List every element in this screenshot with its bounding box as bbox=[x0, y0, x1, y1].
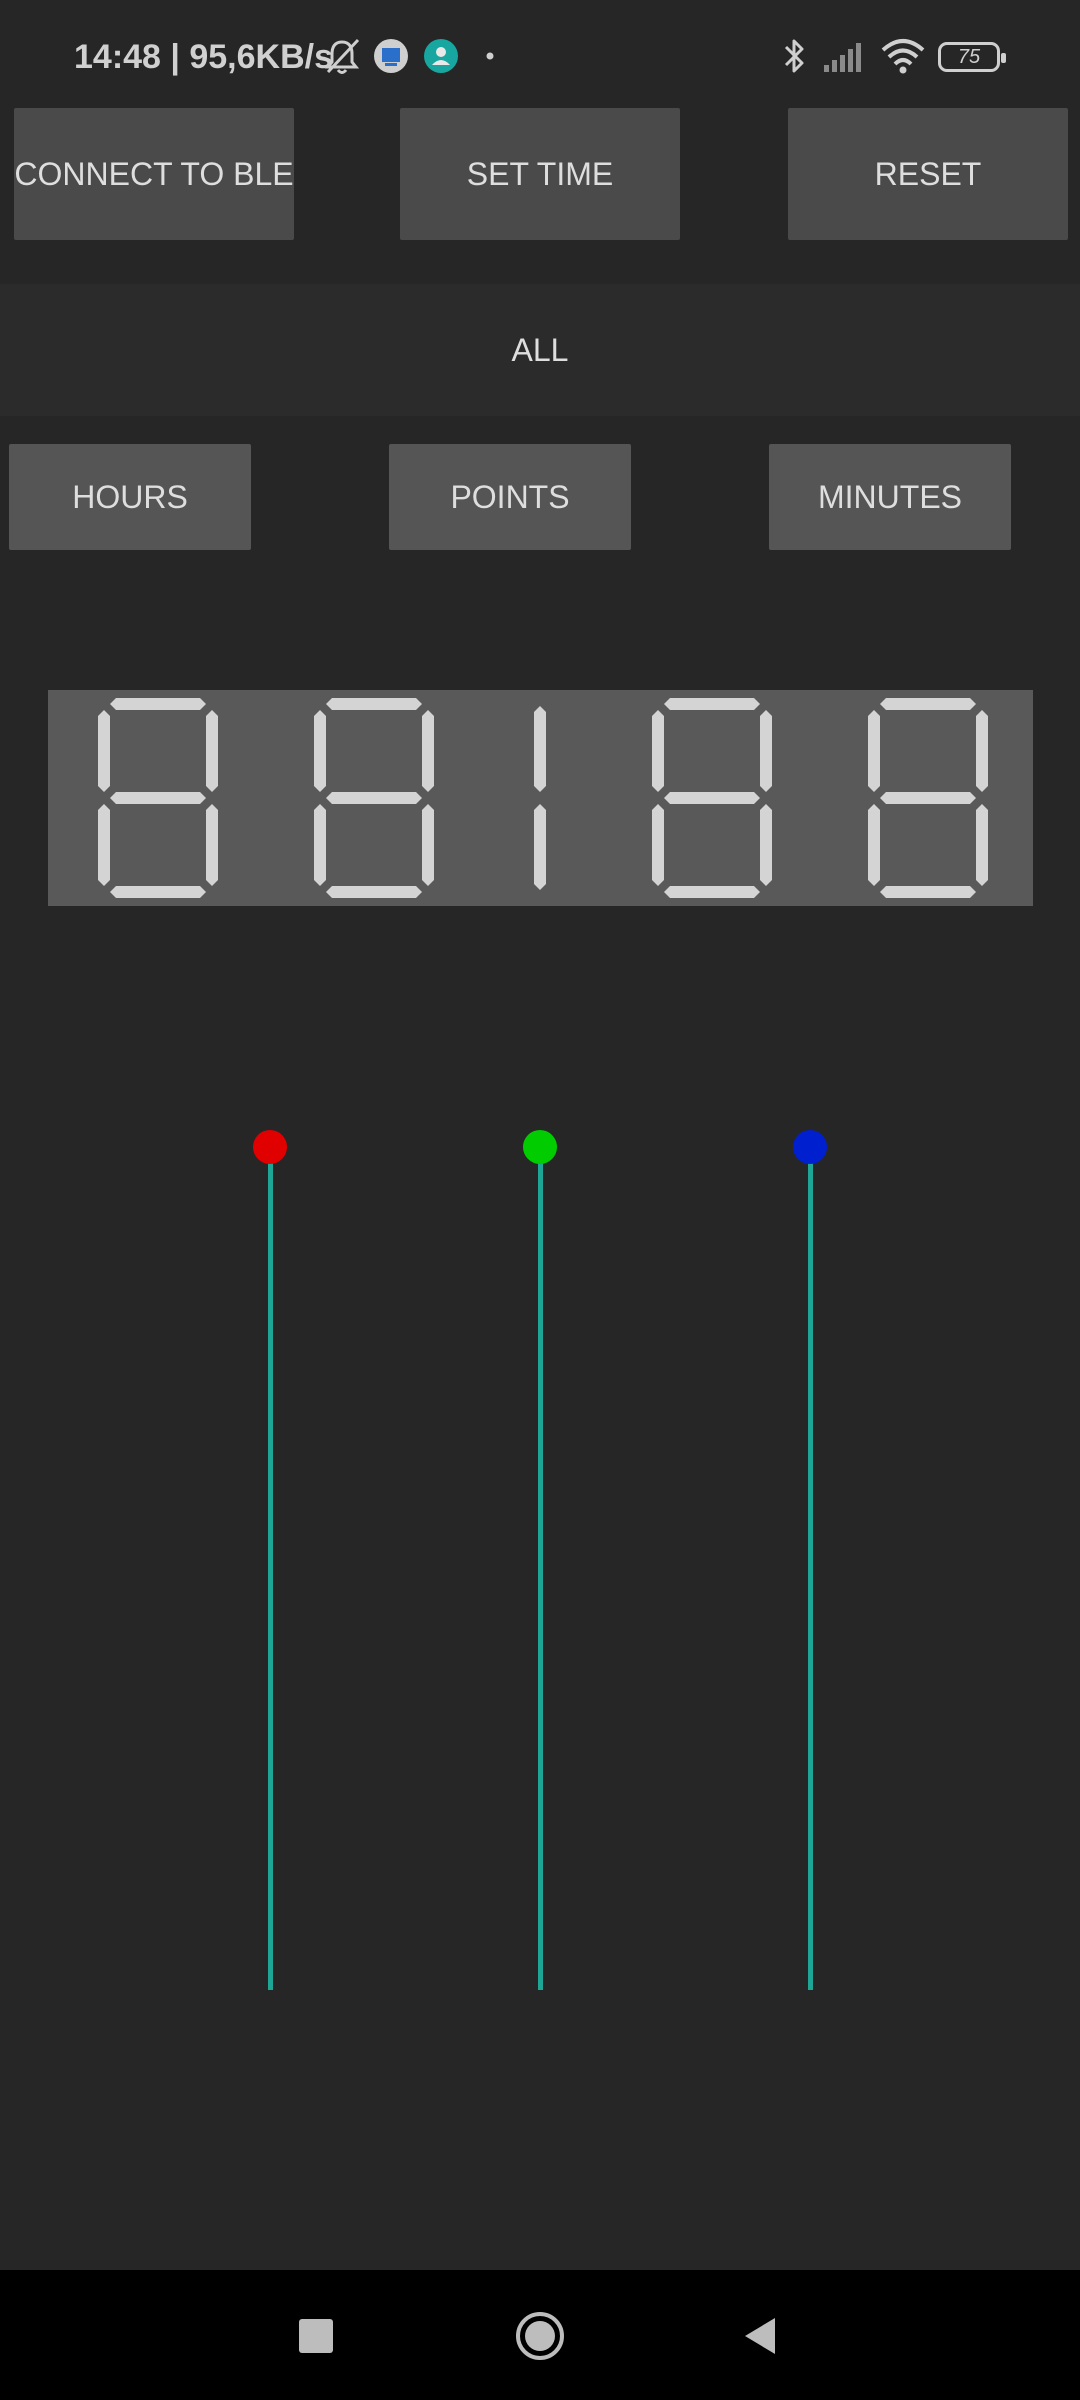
digit-4-segment-f bbox=[868, 710, 880, 792]
digit-3-segment-f bbox=[652, 710, 664, 792]
digit-3-segment-e bbox=[652, 804, 664, 886]
connect-ble-button[interactable]: CONNECT TO BLE bbox=[14, 108, 294, 240]
digit-1-segment-f bbox=[98, 710, 110, 792]
red-slider[interactable] bbox=[250, 1130, 290, 1990]
digit-3-segment-g bbox=[664, 792, 760, 804]
signal-icon bbox=[822, 34, 868, 78]
green-slider-track bbox=[538, 1150, 543, 1990]
seven-segment-svg bbox=[98, 698, 988, 898]
blue-slider[interactable] bbox=[790, 1130, 830, 1990]
digit-3-segment-c bbox=[760, 804, 772, 886]
digit-1-segment-c bbox=[206, 804, 218, 886]
bell-off-icon bbox=[322, 34, 362, 78]
digit-1-segment-e bbox=[98, 804, 110, 886]
digit-2-segment-f bbox=[314, 710, 326, 792]
app-notification-icon bbox=[371, 34, 411, 78]
digit-4-segment-d bbox=[880, 886, 976, 898]
colon-upper-segment bbox=[534, 706, 546, 792]
green-slider-thumb[interactable] bbox=[523, 1130, 557, 1164]
blue-slider-track bbox=[808, 1150, 813, 1990]
home-circle-icon[interactable] bbox=[508, 2304, 572, 2368]
status-time-speed: 14:48 | 95,6KB/s bbox=[74, 38, 334, 76]
reset-button[interactable]: RESET bbox=[788, 108, 1068, 240]
digit-4-segment-g bbox=[880, 792, 976, 804]
digit-3-segment-d bbox=[664, 886, 760, 898]
app-notification-icon bbox=[421, 34, 461, 78]
blue-slider-thumb[interactable] bbox=[793, 1130, 827, 1164]
digit-4-segment-b bbox=[976, 710, 988, 792]
digit-2-segment-c bbox=[422, 804, 434, 886]
navigation-bar bbox=[0, 2270, 1080, 2400]
digit-1-segment-g bbox=[110, 792, 206, 804]
digit-4-segment-a bbox=[880, 698, 976, 710]
dot-icon bbox=[482, 34, 498, 78]
minutes-button[interactable]: MINUTES bbox=[769, 444, 1011, 550]
back-triangle-icon[interactable] bbox=[728, 2304, 792, 2368]
digit-1-segment-a bbox=[110, 698, 206, 710]
digit-2-segment-g bbox=[326, 792, 422, 804]
seven-segment-display bbox=[48, 690, 1033, 906]
digit-1-segment-b bbox=[206, 710, 218, 792]
digit-4-segment-e bbox=[868, 804, 880, 886]
green-slider[interactable] bbox=[520, 1130, 560, 1990]
digit-2-segment-b bbox=[422, 710, 434, 792]
battery-level: 75 bbox=[957, 46, 981, 68]
digit-1-segment-d bbox=[110, 886, 206, 898]
bluetooth-icon bbox=[778, 34, 810, 78]
digit-2-segment-e bbox=[314, 804, 326, 886]
battery-icon: 75 bbox=[938, 42, 1006, 72]
wifi-icon bbox=[879, 34, 927, 78]
red-slider-thumb[interactable] bbox=[253, 1130, 287, 1164]
all-label: ALL bbox=[511, 331, 569, 368]
all-segments-button[interactable]: ALL bbox=[0, 284, 1080, 416]
recents-square-icon[interactable] bbox=[284, 2304, 348, 2368]
points-button[interactable]: POINTS bbox=[389, 444, 631, 550]
digit-3-segment-b bbox=[760, 710, 772, 792]
colon-lower-segment bbox=[534, 804, 546, 890]
digit-2-segment-d bbox=[326, 886, 422, 898]
set-time-button[interactable]: SET TIME bbox=[400, 108, 680, 240]
digit-4-segment-c bbox=[976, 804, 988, 886]
digit-2-segment-a bbox=[326, 698, 422, 710]
digit-3-segment-a bbox=[664, 698, 760, 710]
hours-button[interactable]: HOURS bbox=[9, 444, 251, 550]
red-slider-track bbox=[268, 1150, 273, 1990]
status-bar: 14:48 | 95,6KB/s 75 bbox=[0, 0, 1080, 110]
